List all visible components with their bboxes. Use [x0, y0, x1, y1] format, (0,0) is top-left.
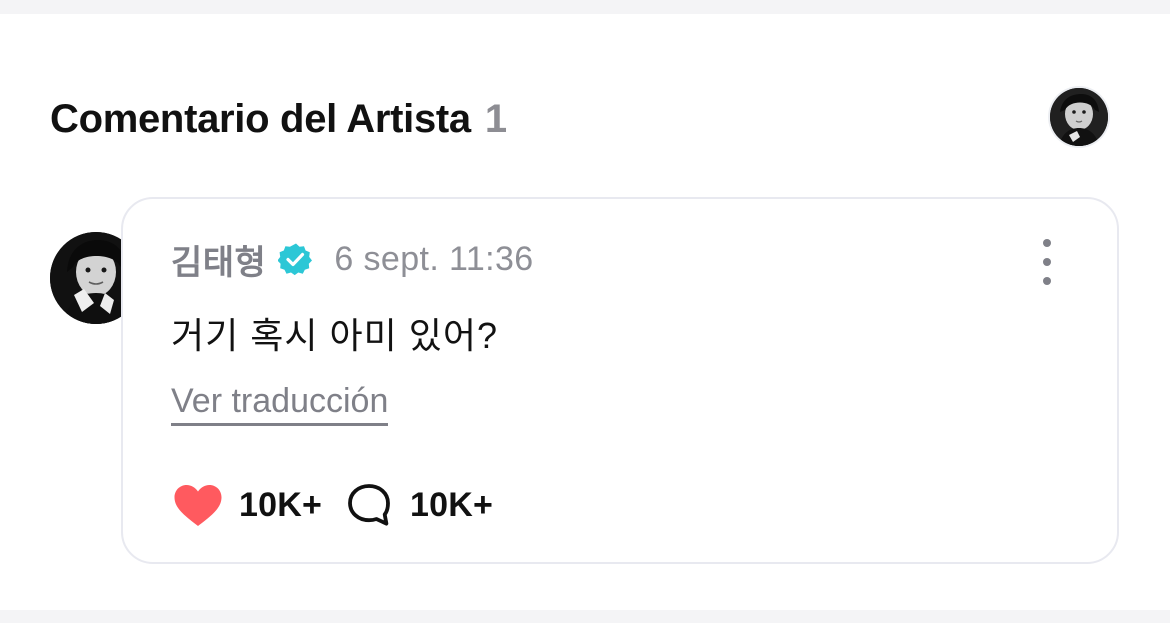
comment-text: 거기 혹시 아미 있어? — [171, 315, 498, 356]
comment-actions: 10K+ 10K+ — [171, 481, 493, 529]
section-header: Comentario del Artista 1 — [50, 94, 507, 144]
more-options-button[interactable] — [1035, 239, 1059, 285]
comment-count: 1 — [484, 96, 508, 141]
view-translation-link[interactable]: Ver traducción — [171, 381, 389, 426]
like-count: 10K+ — [239, 485, 323, 524]
comment-bubble-icon — [348, 484, 390, 526]
comment-card: 김태형 6 sept. 11:36 거기 혹시 아미 있어? Ver tradu… — [121, 197, 1119, 564]
verified-badge-icon — [278, 243, 313, 276]
more-vertical-icon-dot-middle — [1043, 258, 1051, 266]
artist-avatar-small[interactable] — [1050, 88, 1108, 146]
artist-comment-panel: Comentario del Artista 1 김태형 6 sept. 11:… — [0, 14, 1170, 610]
reply-button[interactable]: 10K+ — [342, 481, 493, 529]
more-vertical-icon-dot-top — [1043, 239, 1051, 247]
comment-meta: 김태형 6 sept. 11:36 — [171, 239, 534, 282]
author-name[interactable]: 김태형 — [171, 235, 266, 284]
more-vertical-icon-dot-bottom — [1043, 277, 1051, 285]
like-button[interactable]: 10K+ — [171, 481, 322, 529]
comment-timestamp: 6 sept. 11:36 — [334, 239, 534, 278]
reply-count: 10K+ — [410, 485, 494, 524]
section-title: Comentario del Artista — [50, 96, 471, 141]
heart-icon — [174, 485, 222, 526]
